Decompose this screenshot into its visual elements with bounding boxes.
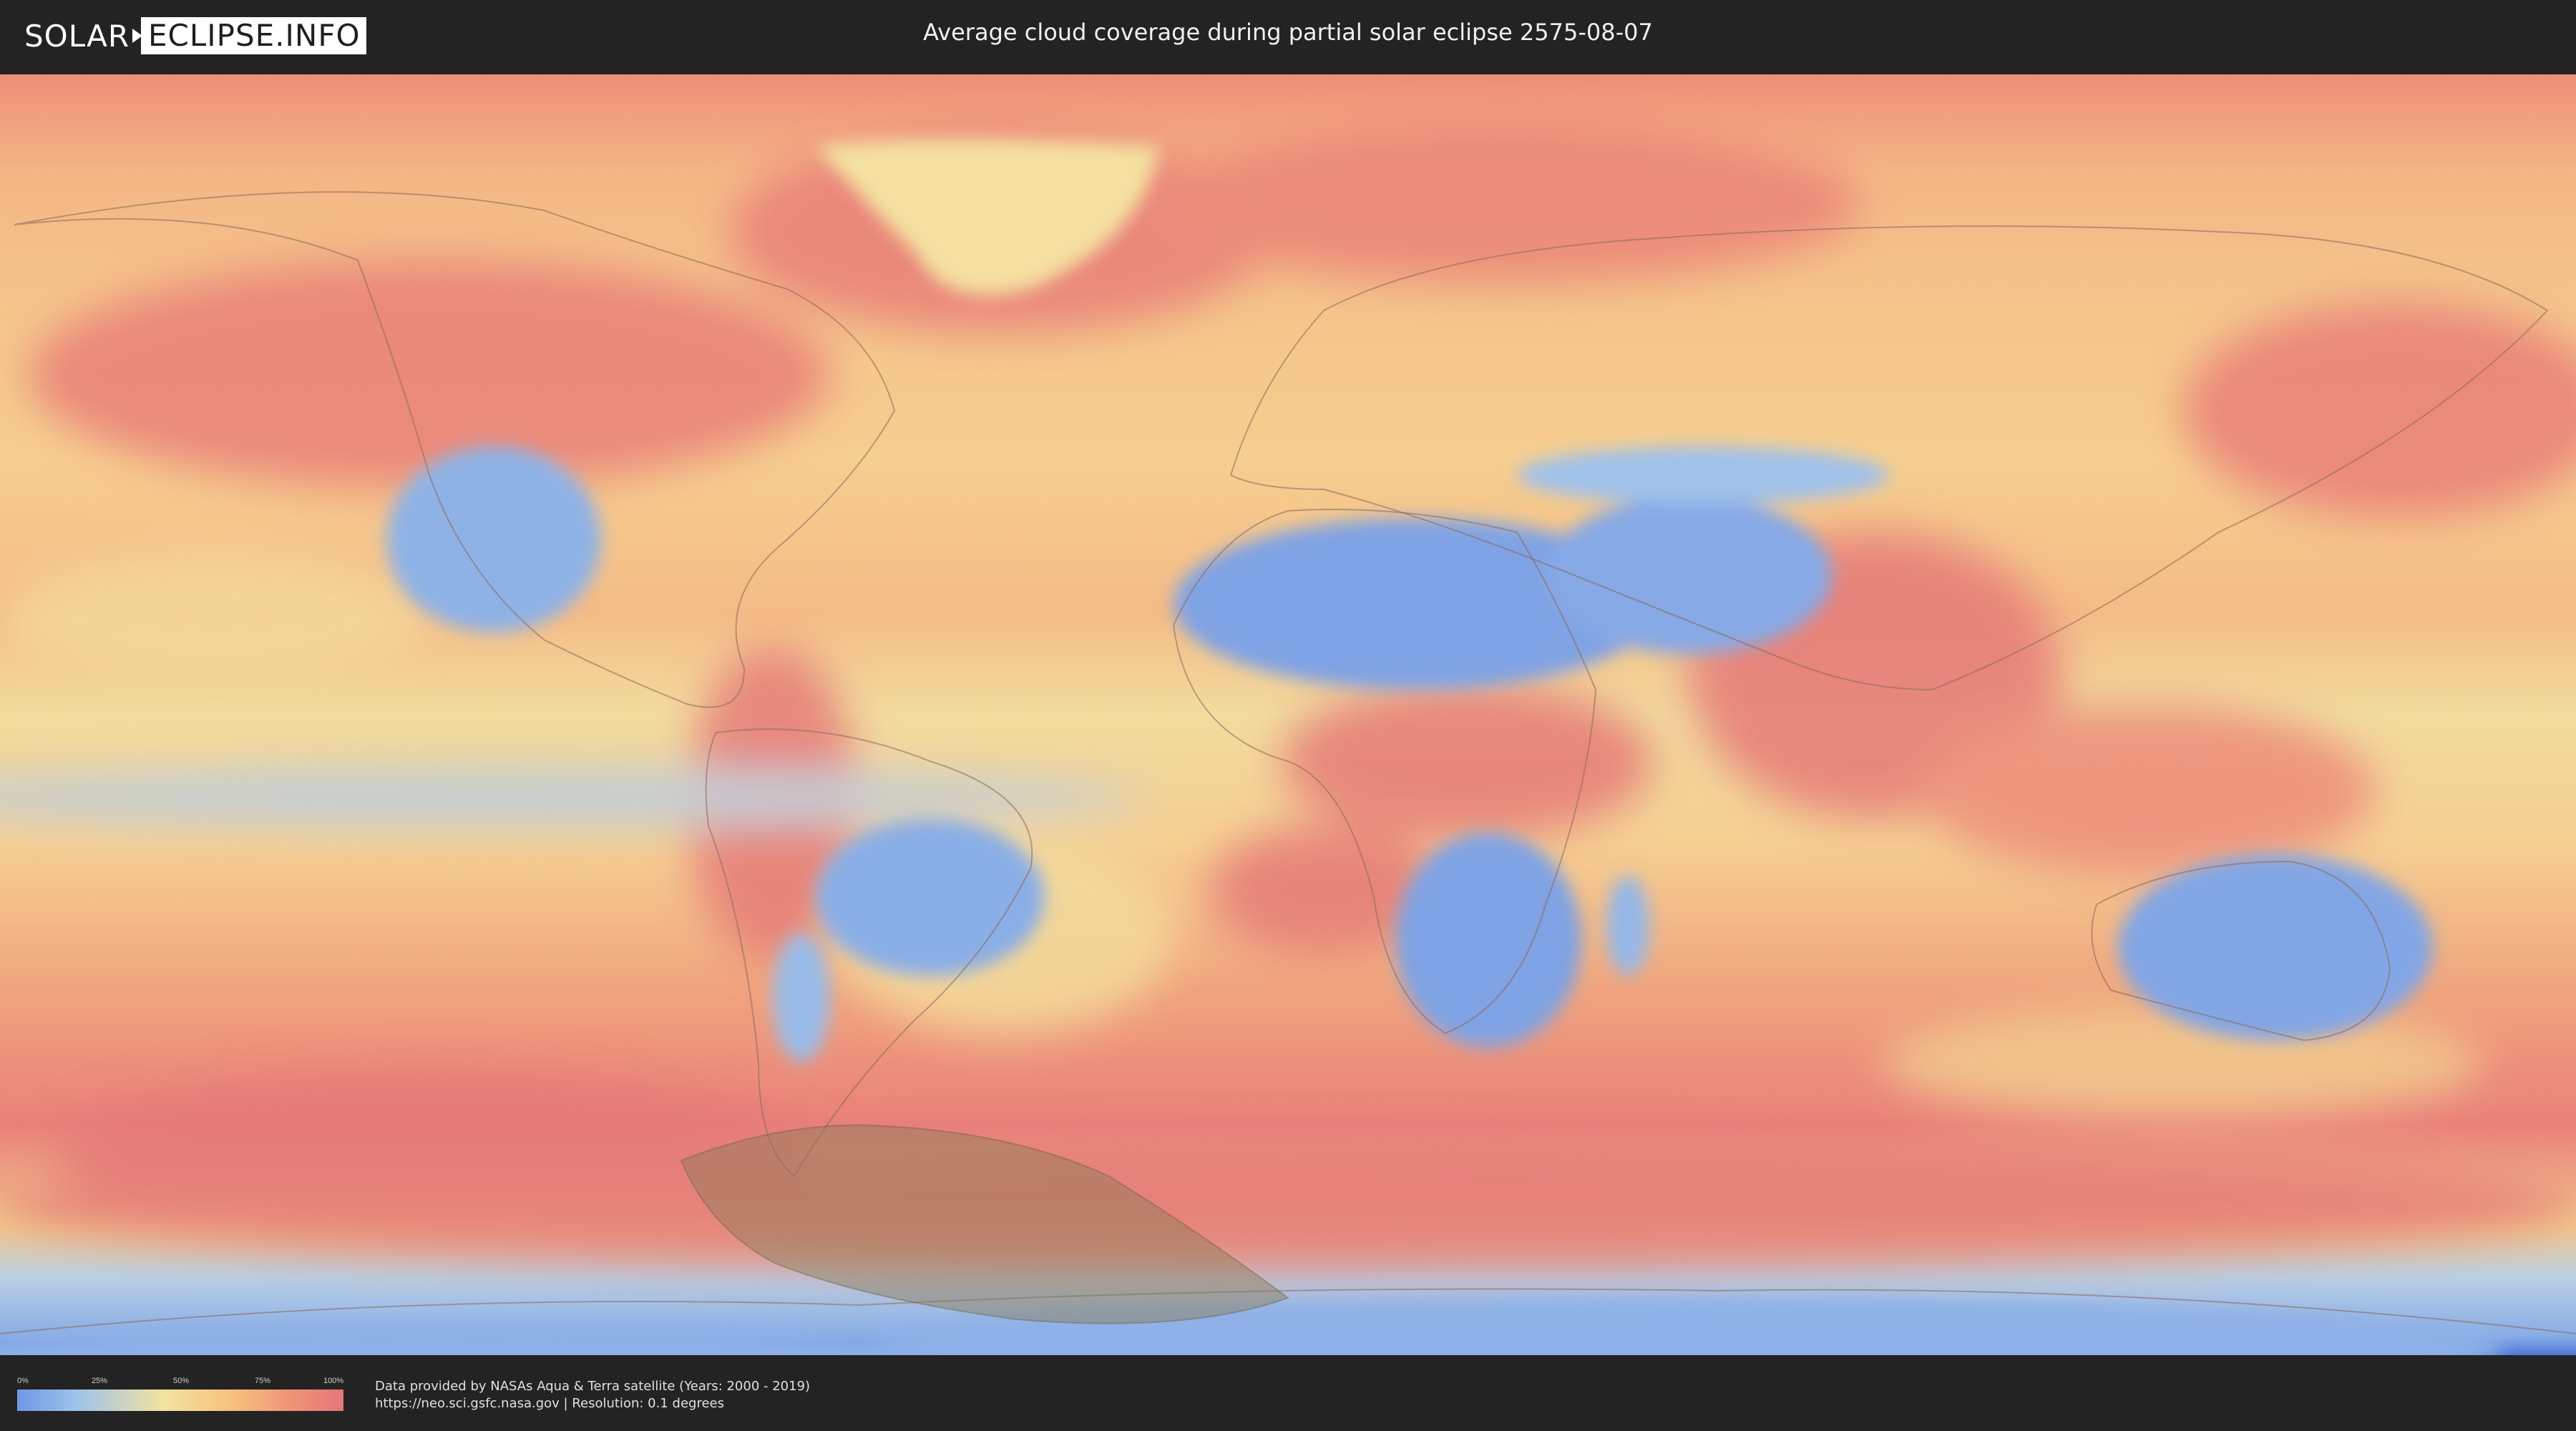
cloud-coverage-map [0,74,2576,1355]
legend-tick-50: 50% [173,1377,190,1385]
cloud-coverage-legend: 0% 25% 50% 75% 100% [17,1377,343,1411]
legend-ticks: 0% 25% 50% 75% 100% [17,1377,343,1387]
header-bar: SOLAR ECLIPSE.INFO Average cloud coverag… [0,0,2576,72]
legend-tick-100: 100% [323,1377,344,1385]
data-credits: Data provided by NASAs Aqua & Terra sate… [375,1378,810,1412]
legend-tick-25: 25% [92,1377,108,1385]
map-canvas [0,74,2576,1355]
page-title: Average cloud coverage during partial so… [923,19,1653,46]
legend-color-bar [17,1390,343,1411]
credits-line-source: Data provided by NASAs Aqua & Terra sate… [375,1379,811,1394]
legend-tick-75: 75% [255,1377,271,1385]
legend-tick-0: 0% [17,1377,29,1385]
credits-line-url: https://neo.sci.gsfc.nasa.gov | Resoluti… [375,1396,724,1411]
